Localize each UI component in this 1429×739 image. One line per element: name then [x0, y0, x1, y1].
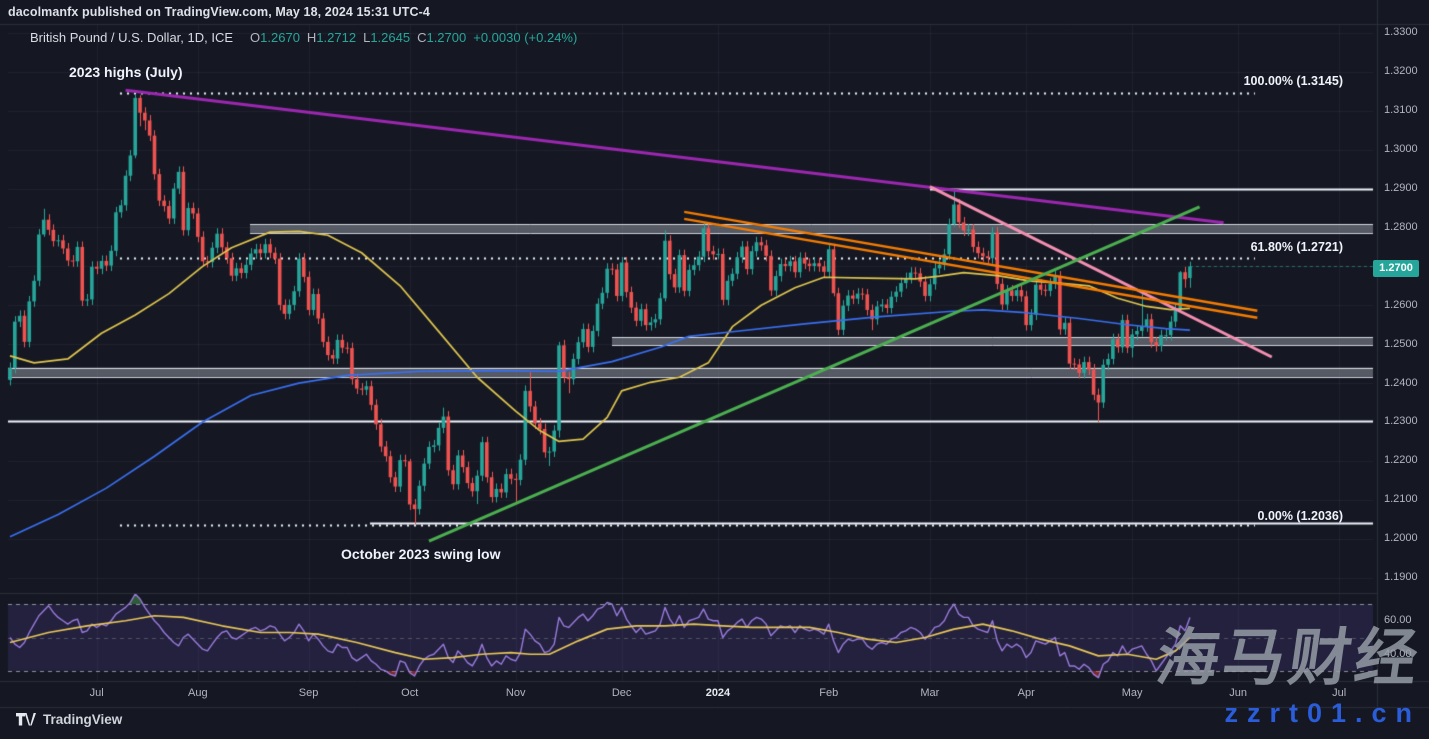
symbol-legend[interactable]: British Pound / U.S. Dollar, 1D, ICEO1.2…: [30, 30, 577, 45]
fib-label-0[interactable]: 0.00% (1.2036): [1258, 509, 1343, 523]
tradingview-published-chart: dacolmanfx published on TradingView.com,…: [0, 0, 1429, 739]
published-byline: dacolmanfx published on TradingView.com,…: [8, 5, 430, 19]
fib-label-100[interactable]: 100.00% (1.3145): [1244, 74, 1343, 88]
tradingview-logo-icon: [16, 713, 36, 726]
last-price-badge: 1.2700: [1373, 260, 1419, 277]
low-value: 1.2645: [370, 30, 410, 45]
open-label: O: [250, 30, 260, 45]
high-label: H: [307, 30, 316, 45]
fib-label-618[interactable]: 61.80% (1.2721): [1251, 240, 1343, 254]
open-value: 1.2670: [260, 30, 300, 45]
tradingview-attribution[interactable]: TradingView: [16, 712, 122, 727]
close-value: 1.2700: [426, 30, 466, 45]
symbol-title: British Pound / U.S. Dollar, 1D, ICE: [30, 30, 233, 45]
annotation-october-swing-low[interactable]: October 2023 swing low: [341, 546, 501, 562]
watermark-url: zzrt01.cn: [1224, 699, 1421, 729]
tradingview-logo-text: TradingView: [43, 712, 122, 727]
annotation-2023-highs[interactable]: 2023 highs (July): [69, 64, 183, 80]
change-value: +0.0030 (+0.24%): [473, 30, 577, 45]
watermark-cjk: 海马财经: [1153, 628, 1426, 690]
high-value: 1.2712: [316, 30, 356, 45]
